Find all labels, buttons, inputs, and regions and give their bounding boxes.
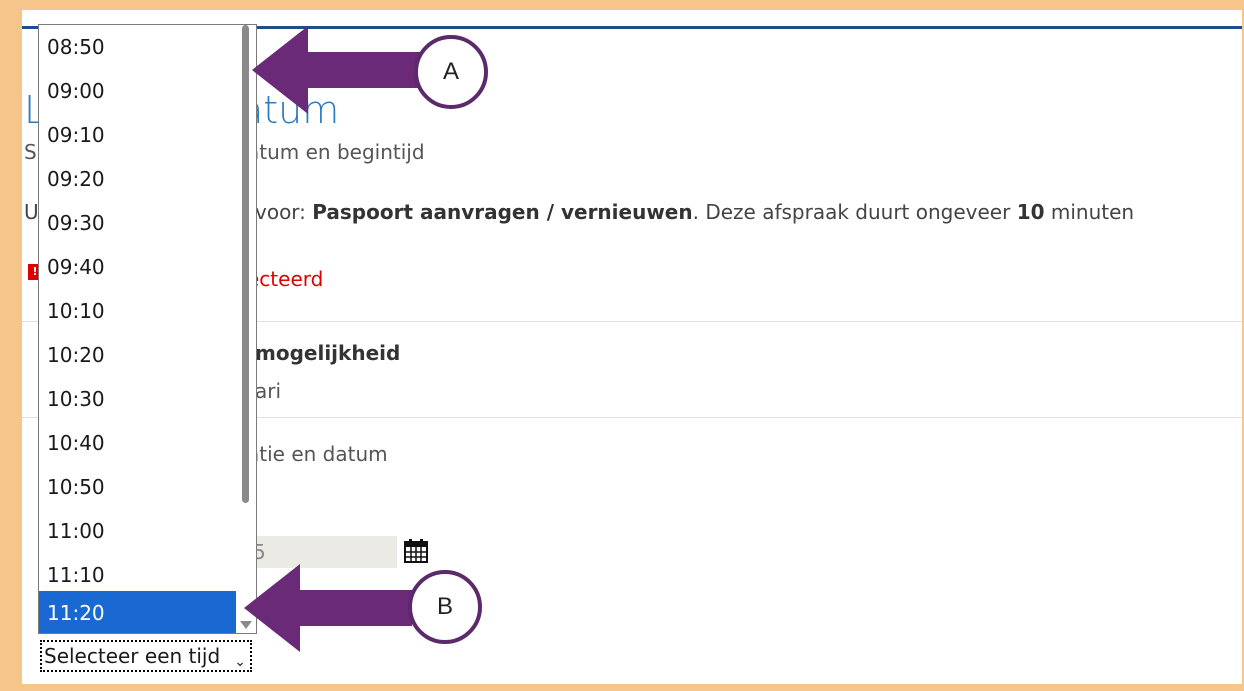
section-heading: mogelijkheid	[255, 341, 401, 365]
time-option[interactable]: 11:00	[39, 509, 237, 553]
time-select-label: Selecteer een tijd	[44, 644, 221, 668]
time-option[interactable]: 09:20	[39, 157, 237, 201]
time-option[interactable]: 10:50	[39, 465, 237, 509]
time-dropdown-list[interactable]: 08:50 09:00 09:10 09:20 09:30 09:40 10:1…	[38, 24, 257, 634]
intro-text: voor: Paspoort aanvragen / vernieuwen. D…	[255, 200, 1134, 224]
time-option[interactable]: 10:40	[39, 421, 237, 465]
time-option[interactable]: 09:40	[39, 245, 237, 289]
time-option[interactable]: 09:30	[39, 201, 237, 245]
intro-middle: . Deze afspraak duurt ongeveer	[692, 200, 1017, 224]
time-option[interactable]: 08:50	[39, 25, 237, 69]
arrow-a-icon	[252, 26, 420, 114]
callout-b: B	[408, 570, 482, 644]
intro-duration: 10	[1016, 200, 1045, 224]
location-date-label: atie en datum	[247, 442, 388, 466]
intro-start: U	[24, 200, 39, 224]
error-message: ecteerd	[247, 267, 324, 291]
section-subtext: ari	[255, 379, 282, 403]
intro-product: Paspoort aanvragen / vernieuwen	[312, 200, 693, 224]
time-select[interactable]: Selecteer een tijd ⌄	[40, 640, 252, 672]
intro-prefix: voor:	[255, 200, 313, 224]
time-option-selected[interactable]: 11:20	[39, 591, 237, 633]
arrow-b-icon	[244, 564, 412, 652]
page-subtitle-start: S	[24, 140, 37, 164]
callout-a: A	[414, 35, 488, 109]
page-subtitle-end: atum en begintijd	[247, 140, 425, 164]
time-option[interactable]: 09:00	[39, 69, 237, 113]
time-option[interactable]: 10:30	[39, 377, 237, 421]
time-option[interactable]: 09:10	[39, 113, 237, 157]
intro-suffix: minuten	[1044, 200, 1135, 224]
time-option[interactable]: 10:10	[39, 289, 237, 333]
time-option[interactable]: 10:20	[39, 333, 237, 377]
